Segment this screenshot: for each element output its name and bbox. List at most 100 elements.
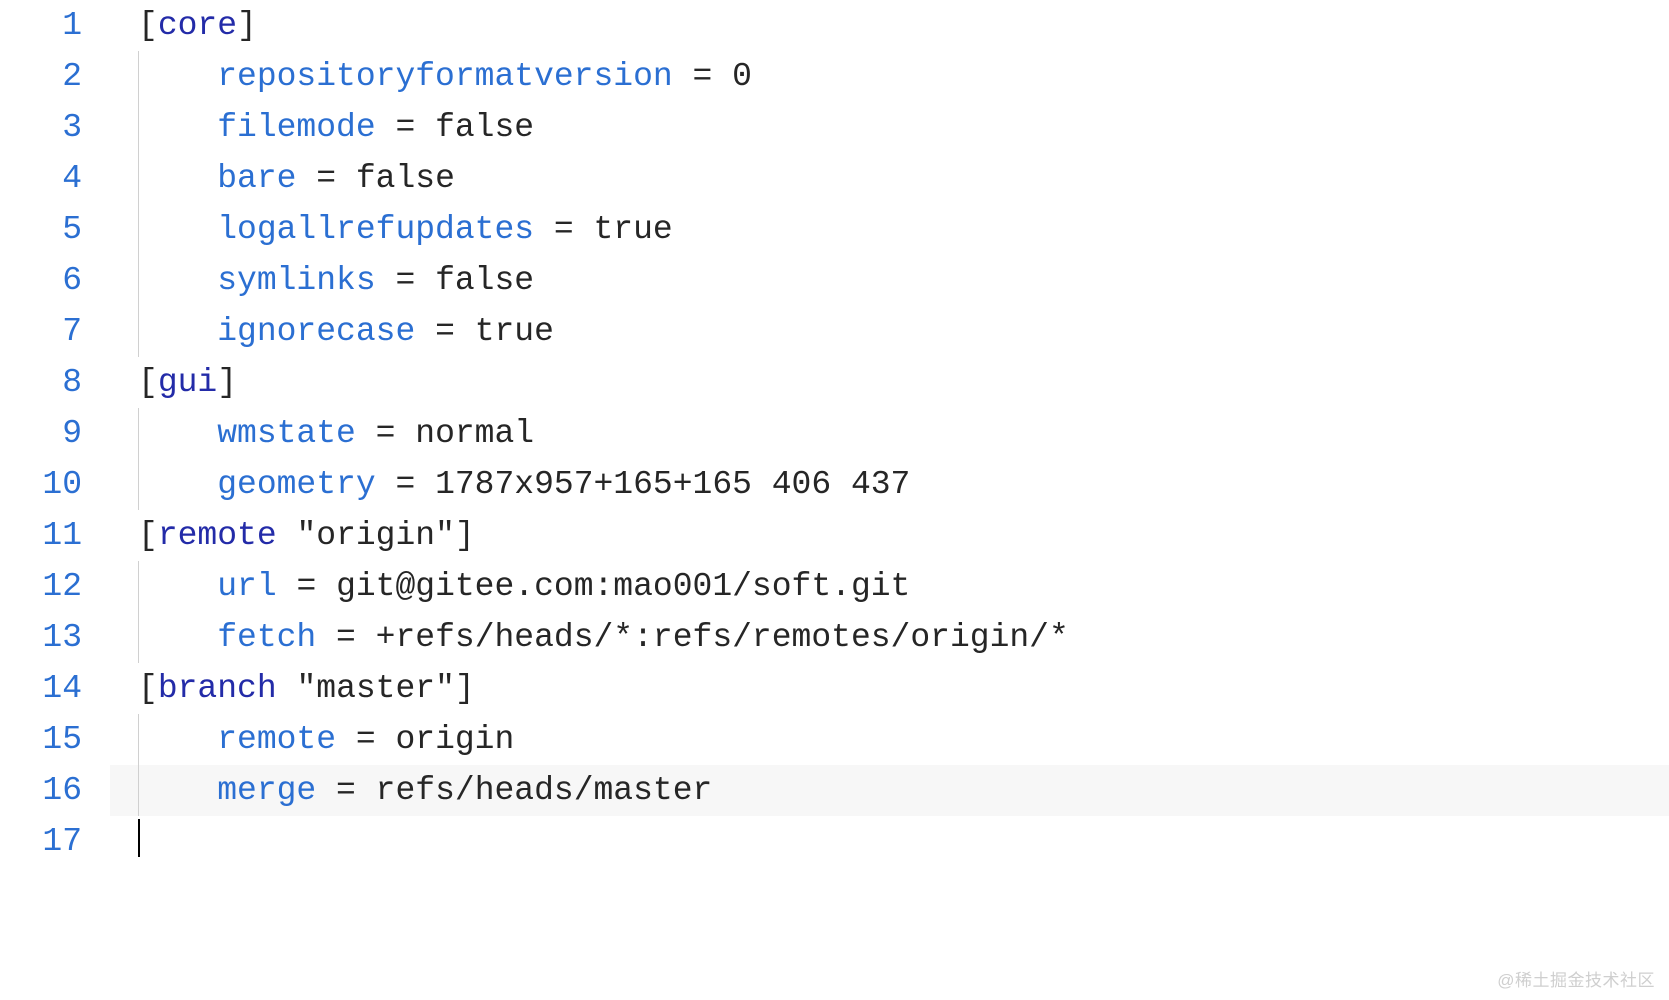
watermark-text: @稀土掘金技术社区 — [1497, 968, 1655, 994]
config-value: false — [356, 160, 455, 197]
indent-guide — [138, 561, 139, 612]
equals-sign: = — [277, 568, 336, 605]
config-value: 0 — [732, 58, 752, 95]
indent-guide — [138, 102, 139, 153]
indent-guide — [138, 204, 139, 255]
line-number: 7 — [0, 306, 82, 357]
code-line[interactable]: geometry = 1787x957+165+165 406 437 — [110, 459, 1669, 510]
config-key: logallrefupdates — [217, 211, 534, 248]
config-key: wmstate — [217, 415, 356, 452]
code-line[interactable]: repositoryformatversion = 0 — [110, 51, 1669, 102]
equals-sign: = — [296, 160, 355, 197]
line-number: 2 — [0, 51, 82, 102]
line-number: 1 — [0, 0, 82, 51]
equals-sign: = — [376, 262, 435, 299]
line-number: 4 — [0, 153, 82, 204]
equals-sign: = — [316, 619, 375, 656]
equals-sign: = — [376, 109, 435, 146]
bracket-close: ] — [217, 364, 237, 401]
indent-guide — [138, 714, 139, 765]
config-key: merge — [217, 772, 316, 809]
config-value: refs/heads/master — [376, 772, 713, 809]
section-name: branch — [158, 670, 277, 707]
code-line[interactable]: [branch "master"] — [110, 663, 1669, 714]
text-caret — [138, 819, 140, 857]
code-line[interactable]: ignorecase = true — [110, 306, 1669, 357]
section-name: gui — [158, 364, 217, 401]
line-number: 5 — [0, 204, 82, 255]
code-line[interactable]: bare = false — [110, 153, 1669, 204]
config-key: filemode — [217, 109, 375, 146]
equals-sign: = — [336, 721, 395, 758]
code-line[interactable]: [core] — [110, 0, 1669, 51]
config-value: true — [475, 313, 554, 350]
bracket-close: ] — [455, 670, 475, 707]
bracket-open: [ — [138, 670, 158, 707]
code-line[interactable]: logallrefupdates = true — [110, 204, 1669, 255]
config-key: url — [217, 568, 276, 605]
config-value: false — [435, 109, 534, 146]
config-value: false — [435, 262, 534, 299]
config-value: normal — [415, 415, 534, 452]
line-number: 14 — [0, 663, 82, 714]
config-key: remote — [217, 721, 336, 758]
space — [277, 670, 297, 707]
code-line[interactable]: wmstate = normal — [110, 408, 1669, 459]
line-number: 10 — [0, 459, 82, 510]
code-line[interactable]: symlinks = false — [110, 255, 1669, 306]
bracket-open: [ — [138, 364, 158, 401]
code-line[interactable]: merge = refs/heads/master — [110, 765, 1669, 816]
code-line[interactable] — [110, 816, 1669, 867]
indent-guide — [138, 765, 139, 816]
config-value: true — [594, 211, 673, 248]
indent-guide — [138, 51, 139, 102]
code-editor[interactable]: 1 2 3 4 5 6 7 8 9 10 11 12 13 14 15 16 1… — [0, 0, 1669, 867]
quote-open: " — [296, 670, 316, 707]
equals-sign: = — [356, 415, 415, 452]
equals-sign: = — [376, 466, 435, 503]
config-key: repositoryformatversion — [217, 58, 672, 95]
section-name: core — [158, 7, 237, 44]
line-number-gutter: 1 2 3 4 5 6 7 8 9 10 11 12 13 14 15 16 1… — [0, 0, 110, 867]
line-number: 9 — [0, 408, 82, 459]
config-key: bare — [217, 160, 296, 197]
line-number: 3 — [0, 102, 82, 153]
equals-sign: = — [316, 772, 375, 809]
config-key: fetch — [217, 619, 316, 656]
line-number: 17 — [0, 816, 82, 867]
code-line[interactable]: fetch = +refs/heads/*:refs/remotes/origi… — [110, 612, 1669, 663]
config-key: geometry — [217, 466, 375, 503]
config-value: origin — [395, 721, 514, 758]
config-value: 1787x957+165+165 406 437 — [435, 466, 910, 503]
line-number: 11 — [0, 510, 82, 561]
equals-sign: = — [673, 58, 732, 95]
section-subname: master — [316, 670, 435, 707]
bracket-open: [ — [138, 7, 158, 44]
config-value: git@gitee.com:mao001/soft.git — [336, 568, 910, 605]
code-line[interactable]: [remote "origin"] — [110, 510, 1669, 561]
quote-open: " — [296, 517, 316, 554]
code-line[interactable]: url = git@gitee.com:mao001/soft.git — [110, 561, 1669, 612]
equals-sign: = — [534, 211, 593, 248]
line-number: 6 — [0, 255, 82, 306]
code-line[interactable]: [gui] — [110, 357, 1669, 408]
indent-guide — [138, 408, 139, 459]
line-number: 16 — [0, 765, 82, 816]
quote-close: " — [435, 517, 455, 554]
section-name: remote — [158, 517, 277, 554]
code-line[interactable]: remote = origin — [110, 714, 1669, 765]
section-subname: origin — [316, 517, 435, 554]
config-key: ignorecase — [217, 313, 415, 350]
code-content[interactable]: [core] repositoryformatversion = 0 filem… — [110, 0, 1669, 867]
line-number: 13 — [0, 612, 82, 663]
indent-guide — [138, 459, 139, 510]
indent-guide — [138, 306, 139, 357]
line-number: 12 — [0, 561, 82, 612]
indent-guide — [138, 612, 139, 663]
bracket-close: ] — [455, 517, 475, 554]
code-line[interactable]: filemode = false — [110, 102, 1669, 153]
space — [277, 517, 297, 554]
bracket-open: [ — [138, 517, 158, 554]
line-number: 15 — [0, 714, 82, 765]
config-value: +refs/heads/*:refs/remotes/origin/* — [376, 619, 1069, 656]
